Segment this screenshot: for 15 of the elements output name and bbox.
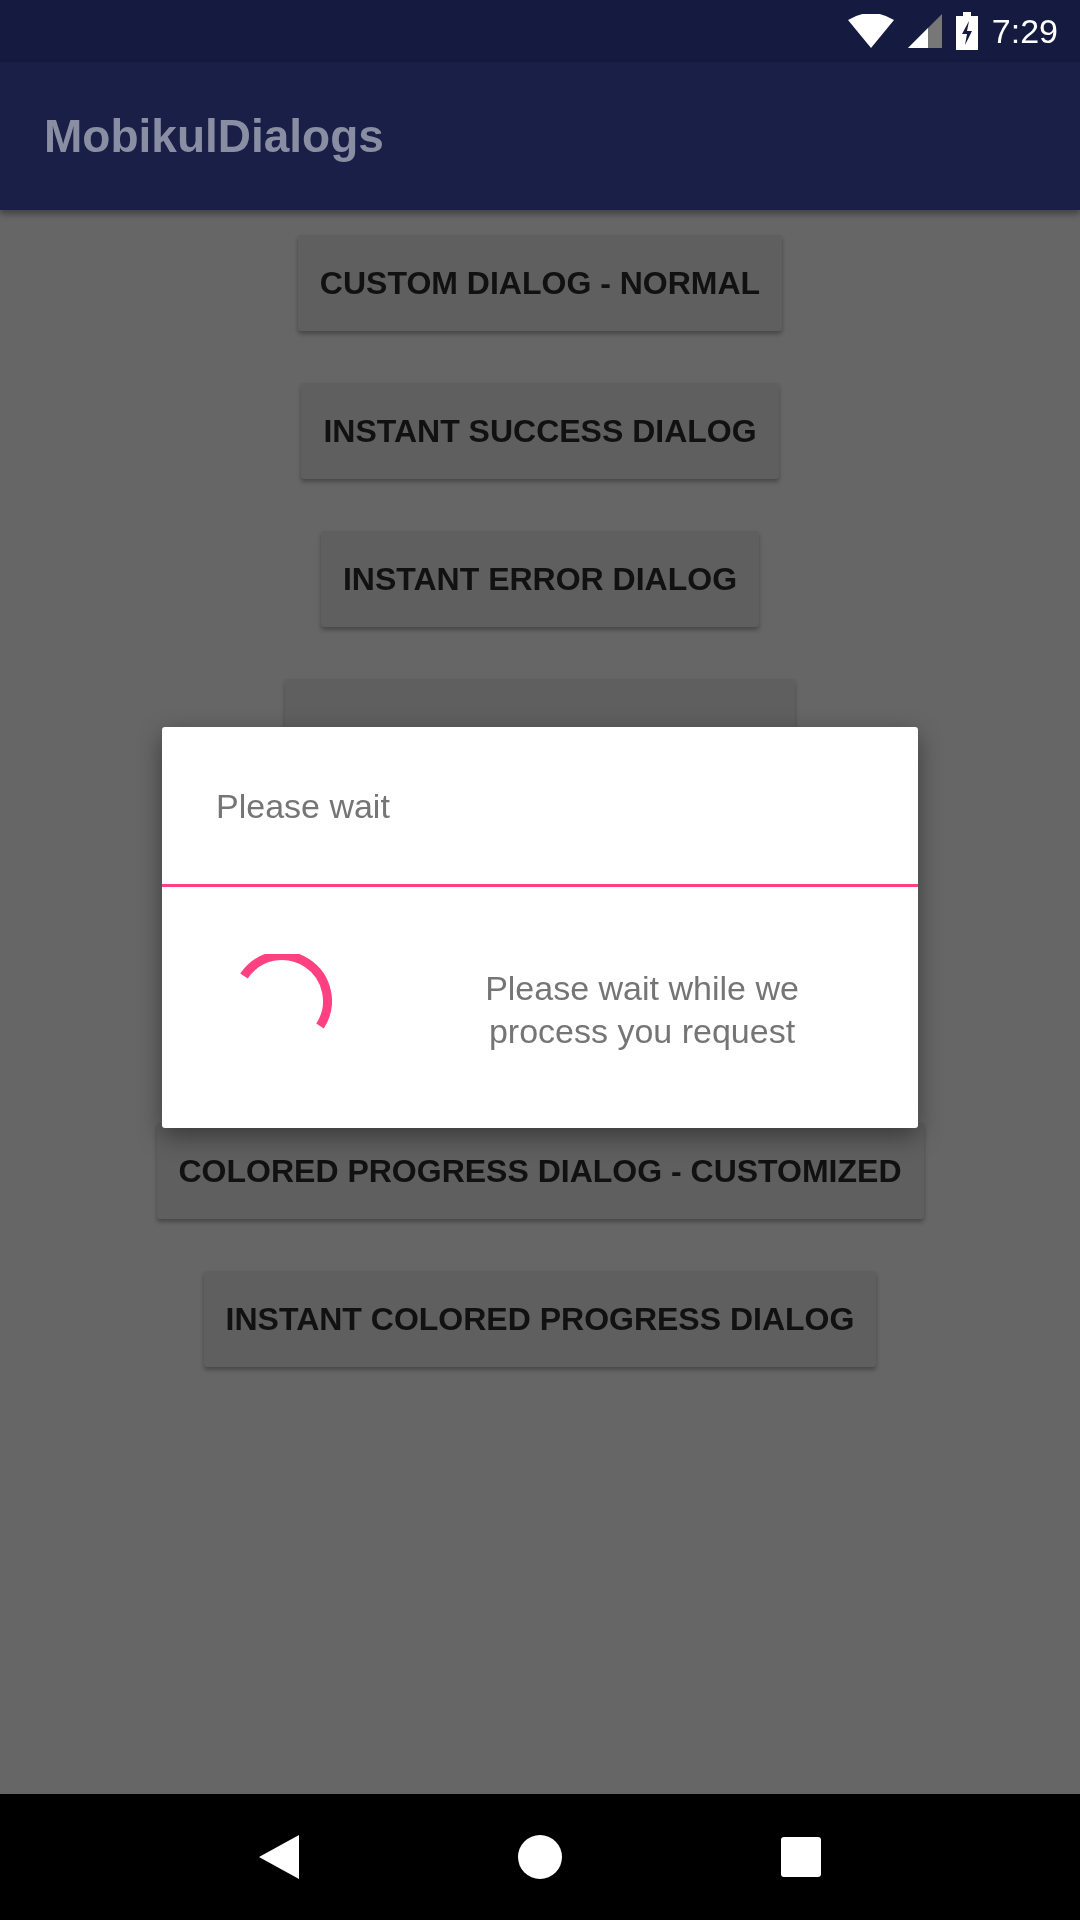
recents-icon[interactable]: [780, 1837, 821, 1877]
signal-icon: [907, 14, 942, 48]
dialog-demo-button[interactable]: INSTANT ERROR DIALOG: [320, 531, 760, 627]
dialog-demo-button[interactable]: COLORED PROGRESS DIALOG - CUSTOMIZED: [156, 1123, 924, 1219]
wifi-icon: [847, 14, 894, 48]
dialog-demo-button[interactable]: INSTANT COLORED PROGRESS DIALOG: [203, 1271, 877, 1367]
home-icon[interactable]: [518, 1835, 562, 1879]
battery-charging-icon: [955, 12, 978, 50]
dialog-demo-button[interactable]: INSTANT SUCCESS DIALOG: [301, 383, 779, 479]
status-time: 7:29: [991, 11, 1058, 51]
app-title: MobikulDialogs: [44, 109, 384, 163]
dialog-title: Please wait: [216, 787, 390, 826]
dialog-message: Please wait while we process you request: [484, 968, 800, 1052]
back-icon[interactable]: [259, 1835, 300, 1879]
dialog-demo-button[interactable]: CUSTOM DIALOG - NORMAL: [297, 235, 783, 331]
